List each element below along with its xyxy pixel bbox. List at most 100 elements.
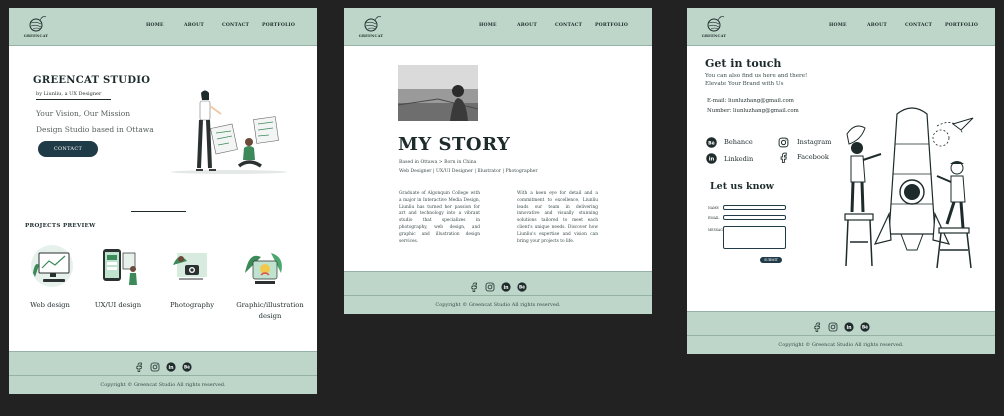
nav-home[interactable]: HOME — [146, 23, 164, 28]
illustration-design-illustration[interactable] — [241, 243, 287, 289]
nav-home[interactable]: HOME — [829, 23, 847, 28]
logo-text: GREENCAT — [358, 34, 384, 38]
story-location: Based in Ottawa > Born in China — [399, 160, 477, 165]
social-behance[interactable]: Behance — [724, 138, 753, 146]
facebook-icon[interactable] — [134, 362, 144, 372]
nav-contact[interactable]: CONTACT — [555, 23, 582, 28]
yarn-ball-icon — [29, 16, 47, 32]
greencat-logo[interactable]: GREENCAT — [23, 13, 49, 41]
svg-text:Bē: Bē — [519, 285, 525, 290]
tagline-studio: Design Studio based in Ottawa — [36, 125, 154, 134]
nav-home[interactable]: HOME — [479, 23, 497, 28]
story-paragraph-left: Graduate of Algonquin College with a maj… — [399, 191, 480, 244]
nav-about[interactable]: ABOUT — [517, 23, 537, 28]
contact-number[interactable]: Number: liunluzhang@gmail.com — [707, 108, 799, 114]
svg-text:in: in — [503, 285, 509, 291]
nav-about[interactable]: ABOUT — [184, 23, 204, 28]
story-title: MY STORY — [398, 134, 511, 155]
footer-copyright-bar: Copyright © Greencat Studio All rights r… — [9, 375, 317, 394]
site-header: GREENCAT HOME ABOUT CONTACT PORTFOLIO — [687, 8, 995, 46]
nav-contact[interactable]: CONTACT — [905, 23, 932, 28]
project-label-web-design[interactable]: Web design — [17, 300, 83, 311]
copyright-text: Copyright © Greencat Studio All rights r… — [100, 382, 226, 388]
svg-text:in: in — [846, 325, 852, 331]
contact-email[interactable]: E-mail: liunluzhang@gmail.com — [707, 98, 794, 104]
footer-icons-row: in Bē — [687, 322, 995, 332]
svg-text:in: in — [709, 156, 715, 162]
social-facebook[interactable]: Facebook — [797, 153, 829, 161]
svg-text:Bē: Bē — [862, 325, 868, 330]
contact-title: Get in touch — [705, 57, 782, 70]
project-label-photography[interactable]: Photography — [159, 300, 225, 311]
email-label: EMAIL — [708, 216, 720, 220]
contact-button[interactable]: CONTACT — [38, 141, 98, 157]
photography-illustration[interactable] — [169, 243, 215, 289]
facebook-icon[interactable] — [778, 152, 789, 163]
nav-portfolio[interactable]: PORTFOLIO — [945, 23, 978, 28]
site-header: GREENCAT HOME ABOUT CONTACT PORTFOLIO — [9, 8, 317, 46]
behance-icon[interactable]: Bē — [517, 282, 527, 292]
site-header: GREENCAT HOME ABOUT CONTACT PORTFOLIO — [344, 8, 652, 46]
copyright-text: Copyright © Greencat Studio All rights r… — [435, 302, 561, 308]
projects-preview-title: PROJECTS PREVIEW — [25, 223, 96, 229]
greencat-logo[interactable]: GREENCAT — [701, 13, 727, 41]
nav-portfolio[interactable]: PORTFOLIO — [262, 23, 295, 28]
svg-text:Bē: Bē — [708, 140, 715, 146]
section-divider — [131, 211, 186, 212]
logo-text: GREENCAT — [23, 34, 49, 38]
byline-underline — [36, 99, 111, 100]
linkedin-icon[interactable]: in — [501, 282, 511, 292]
project-label-graphic[interactable]: Graphic/illustration design — [235, 300, 305, 322]
message-textarea[interactable] — [723, 226, 786, 249]
instagram-icon[interactable] — [150, 362, 160, 372]
story-page-mockup: GREENCAT HOME ABOUT CONTACT PORTFOLIO MY… — [344, 8, 652, 314]
ux-ui-design-illustration[interactable] — [97, 243, 143, 289]
svg-text:Bē: Bē — [184, 365, 190, 370]
home-page-mockup: GREENCAT HOME ABOUT CONTACT PORTFOLIO GR… — [9, 8, 317, 394]
behance-icon[interactable]: Bē — [182, 362, 192, 372]
byline: by Liunliu, a UX Designer — [36, 91, 102, 97]
rocket-team-illustration — [844, 107, 974, 269]
greencat-logo[interactable]: GREENCAT — [358, 13, 384, 41]
portrait-photo — [398, 65, 478, 121]
behance-icon[interactable]: Bē — [706, 137, 717, 148]
nav-portfolio[interactable]: PORTFOLIO — [595, 23, 628, 28]
footer-icons-row: in Bē — [344, 282, 652, 292]
social-instagram[interactable]: Instagram — [797, 138, 831, 146]
footer-icons-row: in Bē — [9, 362, 317, 372]
instagram-icon[interactable] — [485, 282, 495, 292]
yarn-ball-icon — [707, 16, 725, 32]
footer-copyright-bar: Copyright © Greencat Studio All rights r… — [687, 335, 995, 354]
studio-title: GREENCAT STUDIO — [33, 75, 151, 86]
contact-subtitle: You can also find us here and there! — [705, 73, 808, 79]
designer-illustration — [171, 90, 287, 174]
behance-icon[interactable]: Bē — [860, 322, 870, 332]
story-roles: Web Designer | UX/UI Designer | Illustra… — [399, 169, 538, 174]
linkedin-icon[interactable]: in — [706, 153, 717, 164]
linkedin-icon[interactable]: in — [844, 322, 854, 332]
facebook-icon[interactable] — [469, 282, 479, 292]
contact-page-mockup: GREENCAT HOME ABOUT CONTACT PORTFOLIO Ge… — [687, 8, 995, 354]
submit-button[interactable]: SUBMIT — [760, 257, 782, 263]
social-linkedin[interactable]: Linkedin — [724, 155, 753, 163]
tagline-vision: Your Vision, Our Mission — [36, 109, 131, 118]
form-title: Let us know — [710, 181, 774, 192]
instagram-icon[interactable] — [778, 137, 789, 148]
email-input[interactable] — [723, 215, 786, 220]
contact-slogan: Elevate Your Brand with Us — [705, 81, 784, 87]
svg-text:in: in — [168, 365, 174, 371]
yarn-ball-icon — [364, 16, 382, 32]
web-design-illustration[interactable] — [29, 243, 75, 289]
facebook-icon[interactable] — [812, 322, 822, 332]
nav-about[interactable]: ABOUT — [867, 23, 887, 28]
logo-text: GREENCAT — [701, 34, 727, 38]
nav-contact[interactable]: CONTACT — [222, 23, 249, 28]
name-input[interactable] — [723, 205, 786, 210]
footer-copyright-bar: Copyright © Greencat Studio All rights r… — [344, 295, 652, 314]
linkedin-icon[interactable]: in — [166, 362, 176, 372]
story-paragraph-right: With a keen eye for detail and a commitm… — [517, 191, 598, 244]
name-label: NAME — [708, 206, 719, 210]
instagram-icon[interactable] — [828, 322, 838, 332]
copyright-text: Copyright © Greencat Studio All rights r… — [778, 342, 904, 348]
project-label-ux-ui[interactable]: UX/UI design — [85, 300, 151, 311]
